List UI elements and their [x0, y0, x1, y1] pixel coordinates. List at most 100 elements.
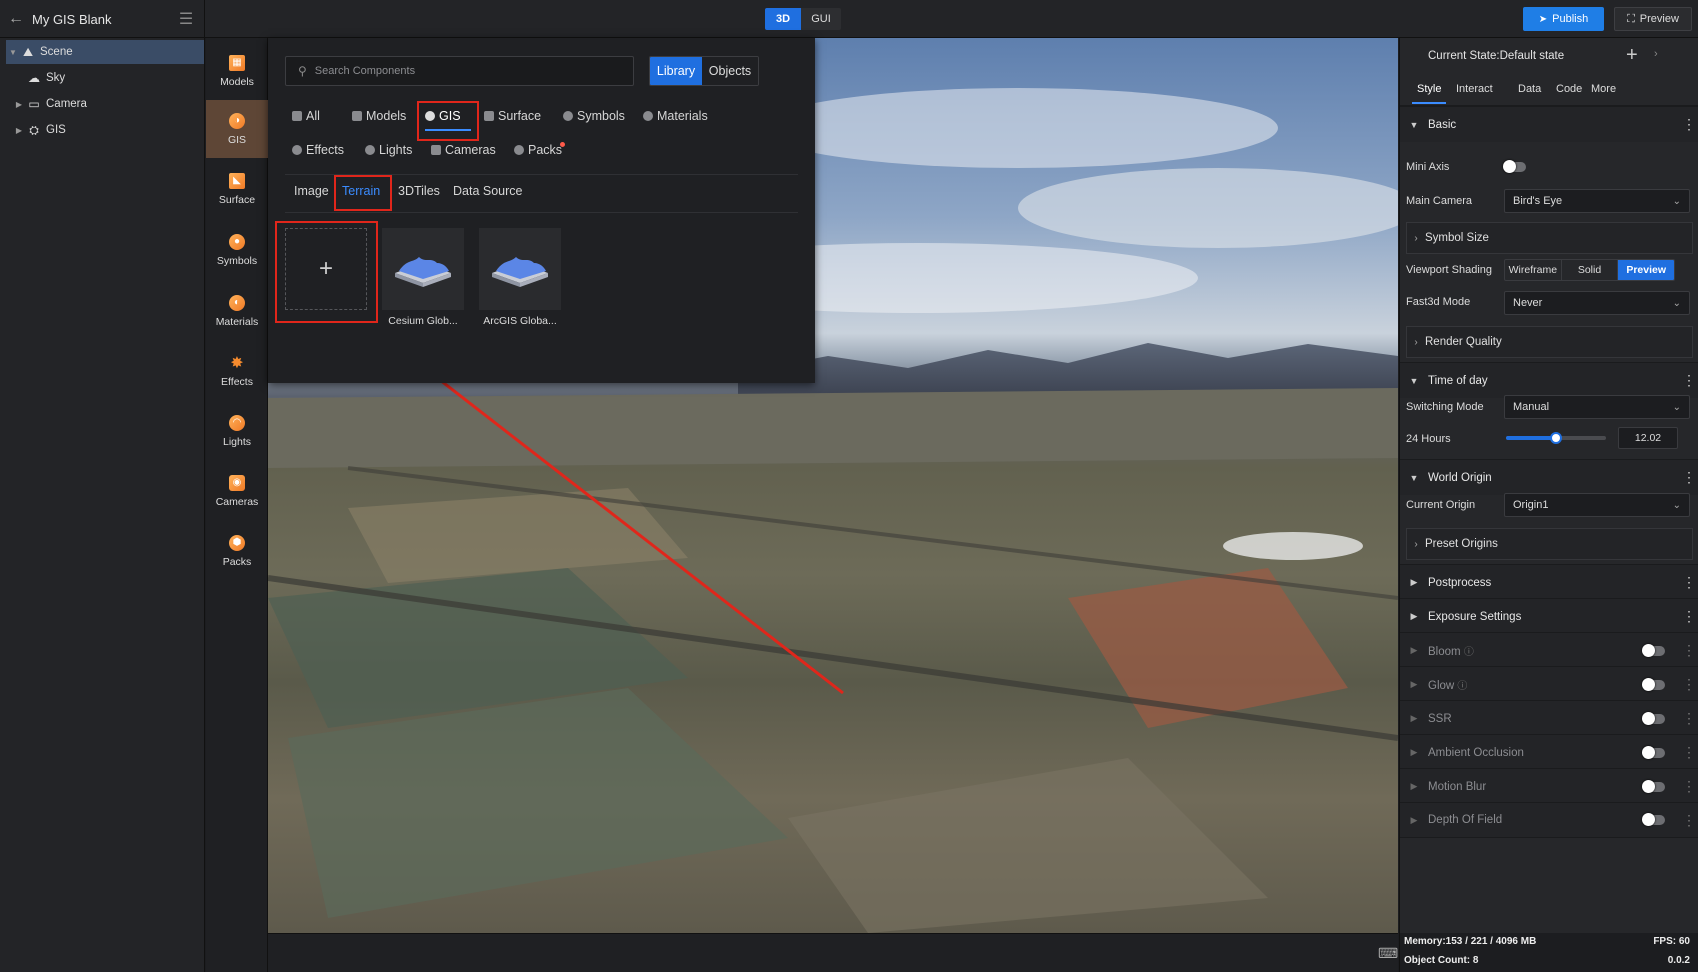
preview-button[interactable]: ⛶ Preview	[1614, 7, 1692, 31]
subtab-image[interactable]: Image	[294, 184, 329, 198]
component-lights[interactable]: ◠ Lights	[206, 402, 268, 460]
help-icon[interactable]: ⓘ	[1464, 647, 1474, 658]
category-materials[interactable]: Materials	[643, 109, 708, 123]
switching-mode-select[interactable]: Manual ⌄	[1504, 395, 1690, 419]
more-vert-icon[interactable]: ⋮	[1679, 608, 1698, 625]
section-exposure[interactable]: ▶ Exposure Settings ⋮	[1400, 598, 1698, 634]
category-lights[interactable]: Lights	[365, 143, 412, 157]
caret-right-icon[interactable]: ▶	[12, 126, 26, 135]
section-world-origin[interactable]: ▼ World Origin ⋮	[1400, 459, 1698, 495]
shading-wireframe[interactable]: Wireframe	[1505, 260, 1562, 280]
more-vert-icon[interactable]: ⋮	[1679, 574, 1698, 591]
mode-tab-3d[interactable]: 3D	[765, 8, 801, 30]
top-bar: ← My GIS Blank ☰ 3D GUI ➤ Publish ⛶ Prev…	[0, 0, 1698, 38]
mini-axis-toggle[interactable]	[1503, 160, 1526, 173]
materials-icon	[643, 111, 653, 121]
category-effects[interactable]: Effects	[292, 143, 344, 157]
current-origin-select[interactable]: Origin1 ⌄	[1504, 493, 1690, 517]
keyboard-icon[interactable]: ⌨	[1378, 945, 1398, 962]
section-depth-of-field[interactable]: ▶ Depth Of Field ⋮	[1400, 802, 1698, 838]
component-surface[interactable]: ◣ Surface	[206, 160, 268, 218]
hours-slider-track[interactable]	[1506, 432, 1606, 444]
shading-preview[interactable]: Preview	[1618, 260, 1674, 280]
bloom-toggle[interactable]	[1642, 643, 1665, 657]
section-time-of-day[interactable]: ▼ Time of day ⋮	[1400, 362, 1698, 398]
tree-item-camera[interactable]: ▶ ▭ Camera	[6, 92, 204, 116]
more-vert-icon[interactable]: ⋮	[1679, 778, 1698, 795]
tree-item-scene[interactable]: ▼ ⛰ Scene	[6, 40, 204, 64]
more-vert-icon[interactable]: ⋮	[1679, 812, 1698, 829]
section-ambient-occlusion[interactable]: ▶ Ambient Occlusion ⋮	[1400, 734, 1698, 770]
publish-button[interactable]: ➤ Publish	[1523, 7, 1604, 31]
effects-icon: ✸	[230, 354, 244, 372]
tree-item-gis[interactable]: ▶ ⛭ GIS	[6, 118, 204, 142]
caret-right-icon[interactable]: ▶	[12, 100, 26, 109]
library-toggle[interactable]: Library	[650, 57, 702, 85]
ambient-occlusion-toggle[interactable]	[1642, 745, 1665, 759]
tab-interact[interactable]: Interact	[1456, 83, 1493, 95]
caret-down-icon[interactable]: ▼	[6, 48, 20, 57]
chevron-down-icon: ⌄	[1672, 401, 1681, 413]
caret-down-icon: ▼	[1409, 119, 1419, 130]
category-packs[interactable]: Packs	[514, 143, 562, 157]
more-vert-icon[interactable]: ⋮	[1679, 710, 1698, 727]
more-vert-icon[interactable]: ⋮	[1679, 744, 1698, 761]
chevron-right-icon[interactable]: ›	[1654, 48, 1658, 60]
section-title: Exposure Settings	[1428, 610, 1522, 623]
preset-origins-group[interactable]: › Preset Origins	[1406, 528, 1693, 560]
more-vert-icon[interactable]: ⋮	[1679, 116, 1698, 133]
objects-toggle[interactable]: Objects	[702, 57, 758, 85]
subtab-3dtiles[interactable]: 3DTiles	[398, 184, 440, 198]
category-cameras[interactable]: Cameras	[431, 143, 496, 157]
more-vert-icon[interactable]: ⋮	[1679, 676, 1698, 693]
search-input[interactable]: ⚲ Search Components	[285, 56, 634, 86]
more-vert-icon[interactable]: ⋮	[1679, 469, 1698, 486]
hours-slider-thumb[interactable]	[1550, 432, 1562, 444]
hours-input[interactable]: 12.02	[1618, 427, 1678, 449]
more-vert-icon[interactable]: ⋮	[1679, 642, 1698, 659]
help-icon[interactable]: ⓘ	[1457, 681, 1467, 692]
tab-more[interactable]: More	[1591, 83, 1616, 95]
expand-icon: ⛶	[1627, 12, 1635, 25]
section-ssr[interactable]: ▶ SSR ⋮	[1400, 700, 1698, 736]
category-surface[interactable]: Surface	[484, 109, 541, 123]
component-packs[interactable]: ⬢ Packs	[206, 522, 268, 580]
component-gis[interactable]: ◑ GIS	[206, 100, 268, 158]
terrain-item-cesium[interactable]: Cesium Glob...	[382, 228, 464, 336]
motion-blur-toggle[interactable]	[1642, 779, 1665, 793]
component-models[interactable]: ▦ Models	[206, 42, 268, 100]
ssr-toggle[interactable]	[1642, 711, 1665, 725]
section-postprocess[interactable]: ▶ Postprocess ⋮	[1400, 564, 1698, 600]
tree-item-sky[interactable]: ☁ Sky	[6, 66, 204, 90]
mode-tab-gui[interactable]: GUI	[801, 8, 841, 30]
category-all[interactable]: All	[292, 109, 320, 123]
section-basic[interactable]: ▼ Basic ⋮	[1400, 106, 1698, 142]
section-motion-blur[interactable]: ▶ Motion Blur ⋮	[1400, 768, 1698, 804]
render-quality-group[interactable]: › Render Quality	[1406, 326, 1693, 358]
menu-icon[interactable]: ☰	[168, 9, 204, 29]
category-models[interactable]: Models	[352, 109, 406, 123]
tab-data[interactable]: Data	[1518, 83, 1541, 95]
component-symbols[interactable]: ● Symbols	[206, 221, 268, 279]
section-bloom[interactable]: ▶ Bloom ⓘ ⋮	[1400, 632, 1698, 668]
section-glow[interactable]: ▶ Glow ⓘ ⋮	[1400, 666, 1698, 702]
subtab-data-source[interactable]: Data Source	[453, 184, 522, 198]
category-symbols[interactable]: Symbols	[563, 109, 625, 123]
glow-toggle[interactable]	[1642, 677, 1665, 691]
tab-code[interactable]: Code	[1556, 83, 1582, 95]
terrain-item-arcgis[interactable]: ArcGIS Globa...	[479, 228, 561, 336]
component-effects[interactable]: ✸ Effects	[206, 342, 268, 400]
section-title: Time of day	[1428, 374, 1488, 387]
more-vert-icon[interactable]: ⋮	[1679, 372, 1698, 389]
shading-solid[interactable]: Solid	[1562, 260, 1619, 280]
add-state-icon[interactable]: +	[1626, 44, 1638, 67]
tab-style[interactable]: Style	[1417, 83, 1441, 95]
component-materials[interactable]: ◐ Materials	[206, 282, 268, 340]
back-arrow-icon[interactable]: ←	[0, 10, 32, 28]
depth-of-field-toggle[interactable]	[1642, 813, 1665, 826]
main-camera-select[interactable]: Bird's Eye ⌄	[1504, 189, 1690, 213]
symbol-size-group[interactable]: › Symbol Size	[1406, 222, 1693, 254]
lights-icon: ◠	[229, 414, 245, 431]
fast3d-select[interactable]: Never ⌄	[1504, 291, 1690, 315]
component-cameras[interactable]: ◉ Cameras	[206, 462, 268, 520]
